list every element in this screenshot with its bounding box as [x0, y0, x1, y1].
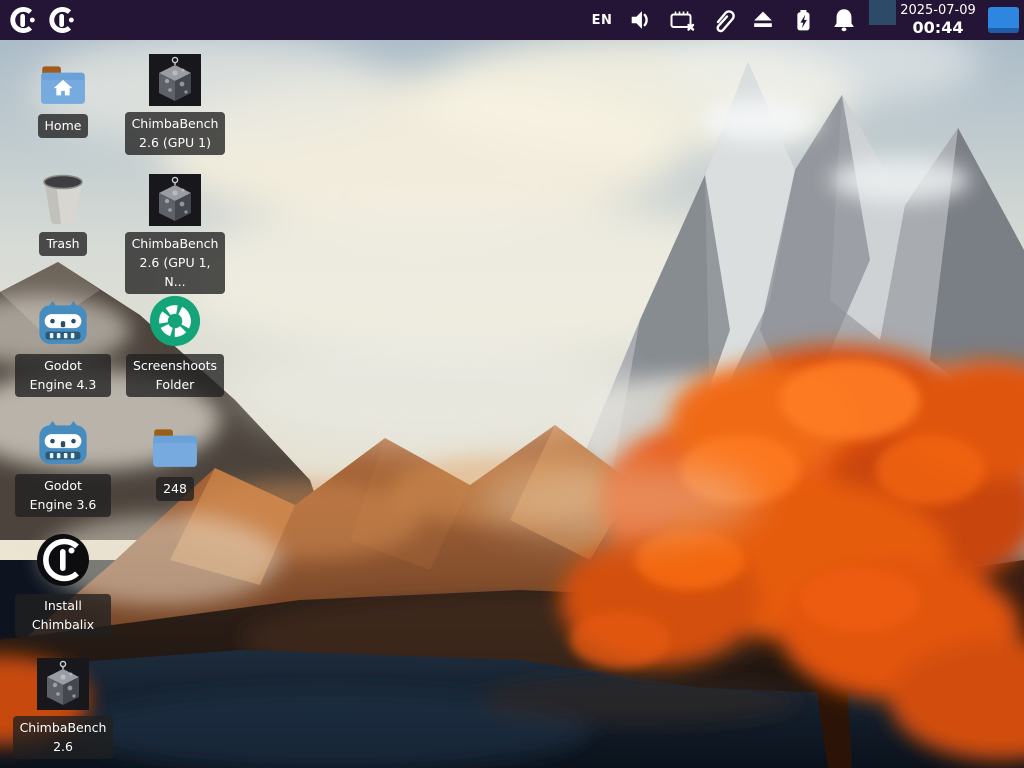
- godot-icon: [35, 412, 91, 468]
- clock-applet[interactable]: 2025-07-09 00:44: [888, 3, 988, 37]
- trash-icon: [38, 170, 88, 226]
- desktop: EN 2025-07-09 00:44 Home ChimbaBench 2.6…: [0, 0, 1024, 768]
- panel-time: 00:44: [912, 18, 964, 37]
- workspace-switcher[interactable]: [988, 7, 1019, 33]
- desktop-icon-label: Screenshoots Folder: [125, 354, 225, 397]
- chimbalix-launcher-2[interactable]: [45, 4, 77, 36]
- folder-icon: [148, 415, 202, 471]
- chimbabench-cube-icon: [37, 658, 89, 710]
- desktop-icon-label: Trash: [39, 232, 87, 256]
- battery-charging-icon[interactable]: [790, 5, 816, 35]
- desktop-icon-godot-36[interactable]: Godot Engine 3.6: [15, 412, 111, 517]
- top-panel: EN 2025-07-09 00:44: [0, 0, 1024, 40]
- clipboard-icon[interactable]: [710, 5, 736, 35]
- desktop-icon-label: Godot Engine 4.3: [15, 354, 111, 397]
- chimbalix-launcher-1[interactable]: [6, 4, 38, 36]
- desktop-icon-chimbabench-gpu1[interactable]: ChimbaBench 2.6 (GPU 1): [124, 50, 226, 155]
- desktop-icon-install-chimbalix[interactable]: Install Chimbalix: [15, 532, 111, 637]
- chimbabench-cube-icon: [149, 174, 201, 226]
- desktop-icon-chimbabench[interactable]: ChimbaBench 2.6: [12, 654, 114, 759]
- desktop-icon-label: ChimbaBench 2.6 (GPU 1): [124, 112, 226, 155]
- home-folder-icon: [36, 52, 90, 108]
- chimbalix-logo-icon: [49, 6, 74, 34]
- desktop-icon-label: Godot Engine 3.6: [15, 474, 111, 517]
- desktop-icon-label: ChimbaBench 2.6: [12, 716, 114, 759]
- panel-launchers: [6, 4, 77, 36]
- godot-icon: [35, 292, 91, 348]
- chimbalix-logo-icon: [10, 6, 35, 34]
- eject-icon[interactable]: [750, 5, 776, 35]
- system-tray: EN: [590, 0, 858, 40]
- keyboard-layout-indicator[interactable]: EN: [590, 5, 614, 35]
- desktop-icon-screenshoots-folder[interactable]: Screenshoots Folder: [125, 292, 225, 397]
- panel-date: 2025-07-09: [900, 3, 976, 18]
- screenshots-folder-icon: [148, 292, 202, 348]
- desktop-icon-home[interactable]: Home: [15, 52, 111, 138]
- desktop-icon-folder-248[interactable]: 248: [127, 415, 223, 501]
- desktop-icon-chimbabench-gpu1-n[interactable]: ChimbaBench 2.6 (GPU 1, N...: [124, 170, 226, 294]
- chimbabench-cube-icon: [149, 54, 201, 106]
- desktop-icon-label: Install Chimbalix: [15, 594, 111, 637]
- desktop-icon-godot-43[interactable]: Godot Engine 4.3: [15, 292, 111, 397]
- desktop-icon-label: 248: [156, 477, 194, 501]
- desktop-icon-trash[interactable]: Trash: [15, 170, 111, 256]
- chimbalix-installer-icon: [35, 532, 91, 588]
- card-disconnected-icon[interactable]: [668, 5, 696, 35]
- notifications-bell-icon[interactable]: [830, 5, 858, 35]
- desktop-icon-label: Home: [37, 114, 89, 138]
- volume-icon[interactable]: [628, 5, 654, 35]
- desktop-icon-label: ChimbaBench 2.6 (GPU 1, N...: [124, 232, 226, 294]
